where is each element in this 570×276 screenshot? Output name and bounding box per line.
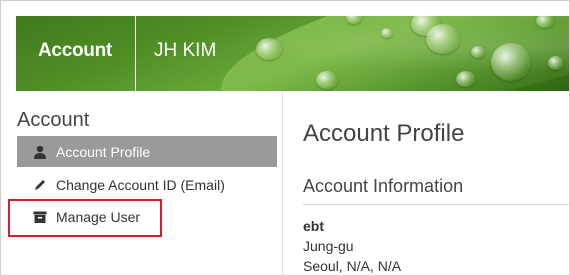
account-name: ebt xyxy=(303,218,324,234)
section-title: Account Information xyxy=(303,176,464,196)
sidebar-title: Account xyxy=(17,109,90,131)
section-divider xyxy=(303,204,569,205)
water-drop xyxy=(491,43,531,81)
sidebar-item-label: Change Account ID (Email) xyxy=(56,176,225,193)
sidebar-item-label: Account Profile xyxy=(56,143,151,160)
pencil-icon xyxy=(32,177,48,193)
sidebar-item-account-profile[interactable]: Account Profile xyxy=(17,136,277,167)
content-divider xyxy=(282,91,283,275)
address-line-1: Jung-gu xyxy=(303,238,354,254)
header-divider xyxy=(135,16,136,91)
water-drop xyxy=(256,38,282,60)
water-drop xyxy=(471,46,485,58)
water-drop xyxy=(548,56,564,70)
sidebar: Account Account Profile Change Account I… xyxy=(16,106,278,275)
water-drop xyxy=(426,24,460,54)
account-page: Account JH KIM Account Account Profile C… xyxy=(0,0,570,276)
highlight-box xyxy=(8,199,162,237)
person-icon xyxy=(32,144,48,160)
tab-account[interactable]: Account xyxy=(38,16,112,91)
sidebar-item-change-account-id[interactable]: Change Account ID (Email) xyxy=(17,169,277,200)
water-drop xyxy=(316,71,338,89)
tab-user-name[interactable]: JH KIM xyxy=(154,16,216,91)
water-drop xyxy=(381,28,393,38)
page-title: Account Profile xyxy=(303,120,465,147)
address-line-2: Seoul, N/A, N/A xyxy=(303,258,402,274)
water-drop xyxy=(456,71,476,87)
header-banner: Account JH KIM xyxy=(16,16,569,91)
